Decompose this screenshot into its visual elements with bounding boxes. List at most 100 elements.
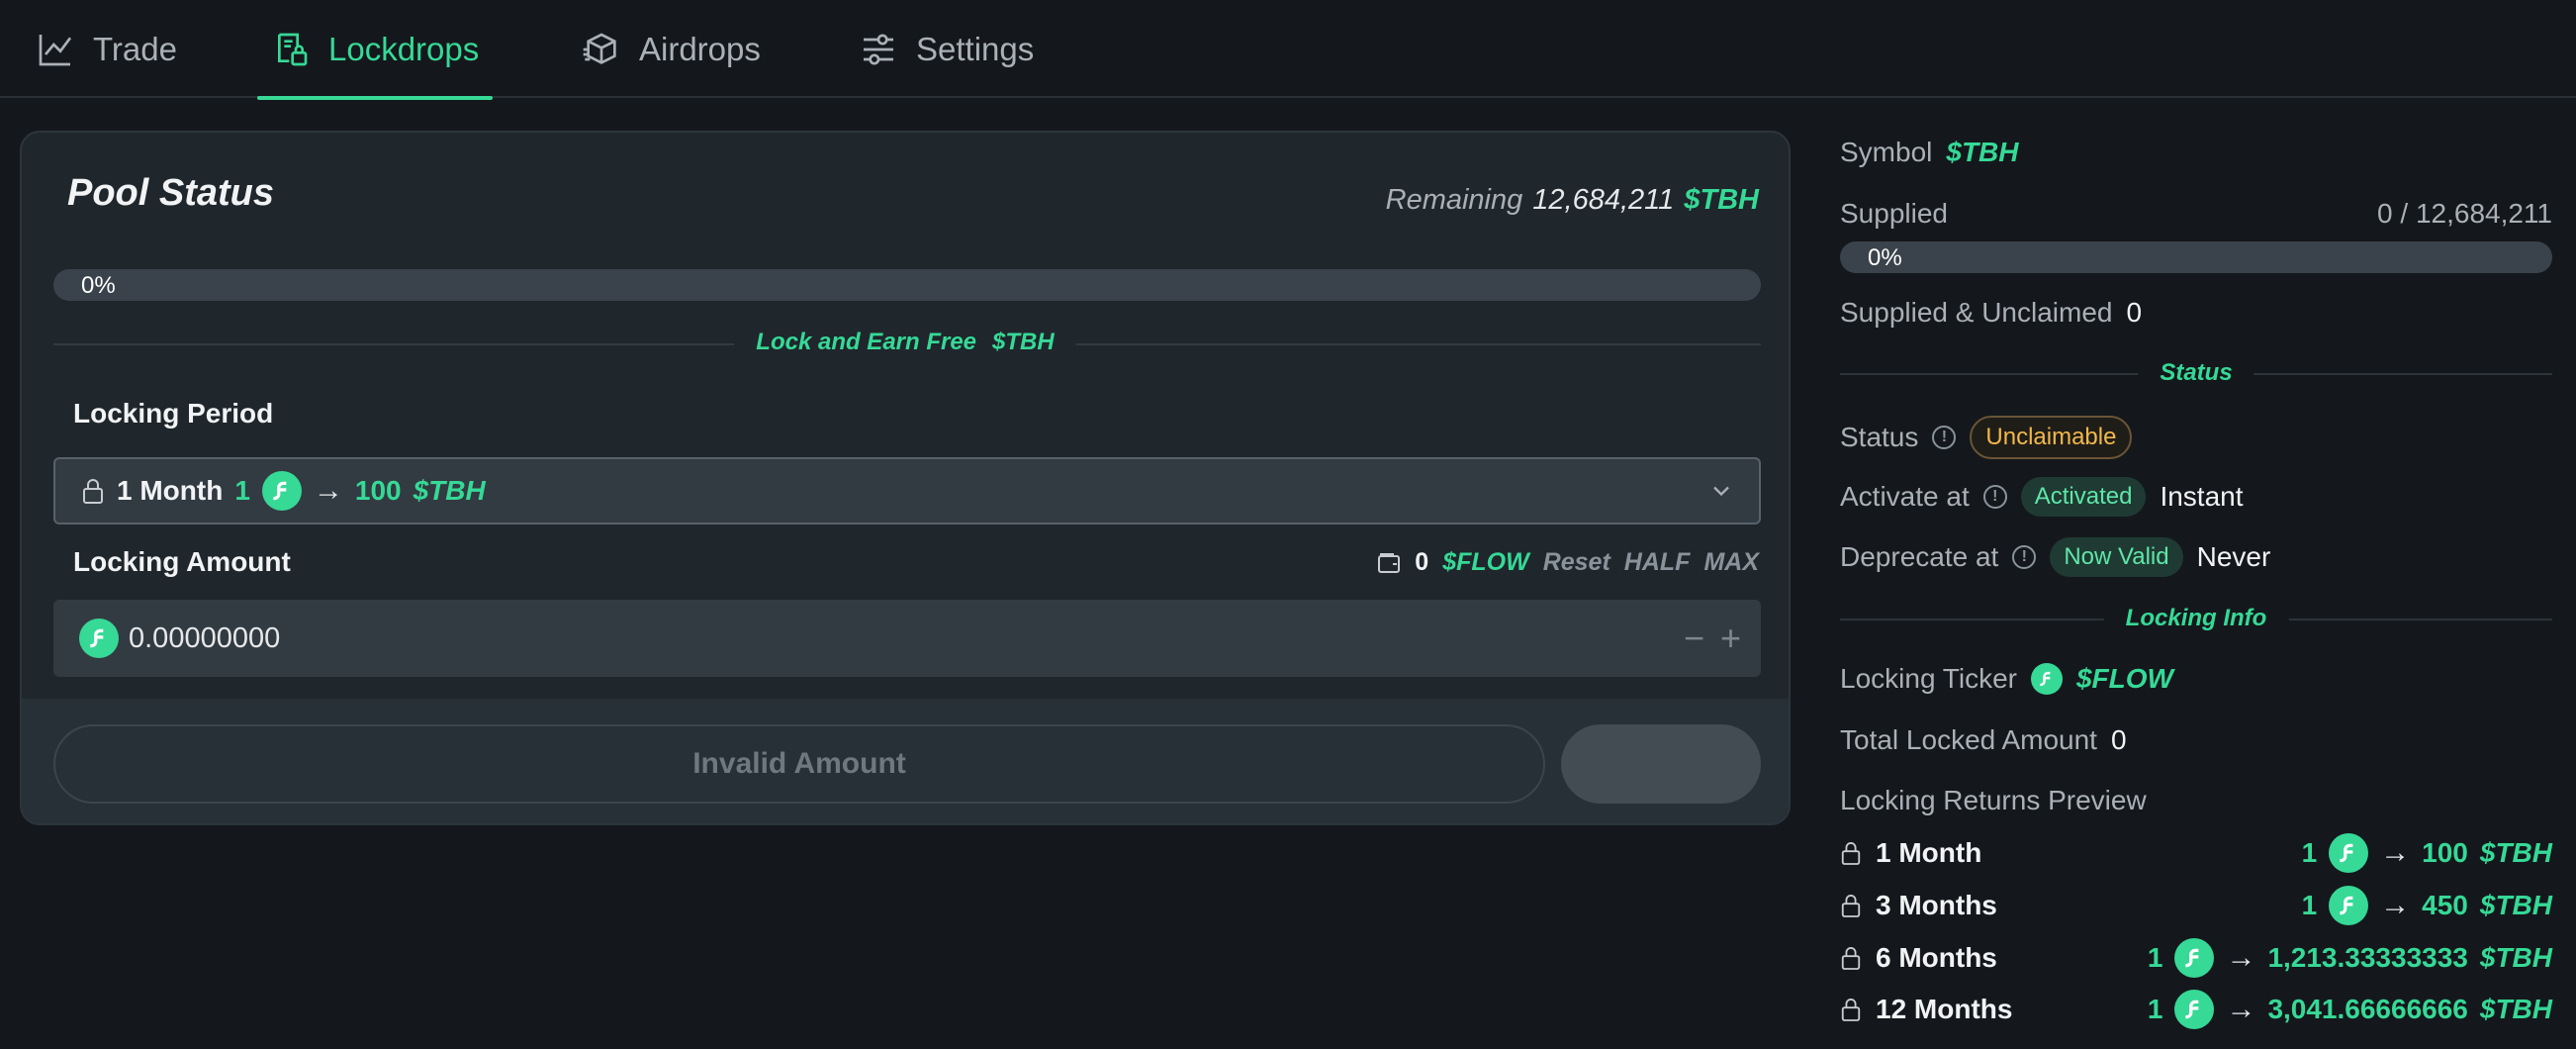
return-ticker: $TBH <box>2479 890 2552 920</box>
lock-icon <box>1841 895 1861 917</box>
return-row-6m: 6 Months 1 → 1,213.33333333 $TBH <box>1840 936 2552 980</box>
flow-token-icon <box>2174 990 2215 1029</box>
return-formula: 1 → 3,041.66666666 $TBH <box>2148 990 2552 1029</box>
return-period-label: 12 Months <box>1876 994 2013 1024</box>
remaining-value: 12,684,211 <box>1532 184 1675 216</box>
flow-token-icon <box>79 619 119 658</box>
return-out: 450 <box>2422 890 2468 920</box>
tab-settings[interactable]: Settings <box>859 0 1034 98</box>
symbol-label: Symbol <box>1840 137 1933 167</box>
period-selected-label: 1 Month <box>117 475 224 506</box>
return-period-label: 1 Month <box>1876 837 1982 868</box>
total-locked-row: Total Locked Amount 0 <box>1840 724 2127 756</box>
return-formula: 1 → 100 $TBH <box>2302 833 2552 873</box>
return-out: 100 <box>2422 837 2468 868</box>
locking-amount-label: Locking Amount <box>73 546 291 577</box>
return-out: 1,213.33333333 <box>2267 942 2468 973</box>
now-valid-badge: Now Valid <box>2050 537 2183 577</box>
chevron-down-icon <box>1713 486 1729 497</box>
return-in: 1 <box>2301 890 2318 920</box>
return-ticker: $TBH <box>2479 994 2552 1024</box>
chart-icon <box>39 34 72 65</box>
decrement-button[interactable]: − <box>1684 618 1704 659</box>
max-button[interactable]: MAX <box>1703 548 1759 577</box>
flow-token-icon <box>2030 663 2063 695</box>
status-section-label: Status <box>2138 359 2254 387</box>
pool-progress-text: 0% <box>81 272 116 299</box>
unclaimed-label: Supplied & Unclaimed <box>1840 297 2113 328</box>
return-ticker: $TBH <box>2479 837 2552 868</box>
return-out: 3,041.66666666 <box>2267 994 2468 1024</box>
locking-ticker-label: Locking Ticker <box>1840 663 2017 694</box>
period-out-ticker: $TBH <box>413 475 486 506</box>
pool-progress-bar: 0% <box>53 269 1761 301</box>
lock-icon <box>1841 999 1861 1021</box>
secondary-action-button[interactable] <box>1561 724 1761 804</box>
increment-button[interactable]: + <box>1720 618 1741 659</box>
flow-token-icon <box>2174 938 2215 978</box>
return-formula: 1 → 450 $TBH <box>2302 886 2552 925</box>
return-period: 6 Months <box>1840 942 1997 974</box>
flow-token-icon <box>2329 886 2369 925</box>
unclaimed-row: Supplied & Unclaimed 0 <box>1840 297 2142 329</box>
supplied-label: Supplied <box>1840 198 1948 229</box>
tab-trade-label: Trade <box>93 30 177 67</box>
submit-lock-button[interactable]: Invalid Amount <box>53 724 1545 804</box>
tab-airdrops-label: Airdrops <box>639 30 761 67</box>
flow-token-icon <box>2329 833 2369 873</box>
tab-settings-label: Settings <box>916 30 1035 67</box>
pool-status-title: Pool Status <box>67 172 275 214</box>
lock-icon <box>83 479 103 504</box>
arrow-right-icon: → <box>2380 836 2411 869</box>
locking-amount-input[interactable] <box>129 621 1514 655</box>
supplied-value: 0 / 12,684,211 <box>2377 198 2552 229</box>
return-period: 1 Month <box>1840 837 1981 869</box>
returns-preview-label: Locking Returns Preview <box>1840 785 2147 815</box>
deprecate-row: Deprecate at ! Now Valid Never <box>1840 537 2270 577</box>
half-button[interactable]: HALF <box>1624 548 1691 577</box>
deprecate-value: Never <box>2196 541 2271 572</box>
arrow-right-icon: → <box>2226 993 2256 1025</box>
return-formula: 1 → 1,213.33333333 $TBH <box>2148 938 2552 978</box>
return-row-1m: 1 Month 1 → 100 $TBH <box>1840 831 2552 875</box>
remaining-ticker: $TBH <box>1684 184 1759 216</box>
locking-ticker-value: $FLOW <box>2075 663 2173 694</box>
tab-airdrops[interactable]: Airdrops <box>582 0 761 98</box>
lock-earn-ticker: $TBH <box>992 329 1055 355</box>
locking-info-section-label: Locking Info <box>2103 605 2289 632</box>
info-icon[interactable]: ! <box>1982 485 2007 509</box>
return-period: 3 Months <box>1840 890 1997 921</box>
amount-stepper: − + <box>1684 618 1741 659</box>
locking-period-select[interactable]: 1 Month 1 → 100 $TBH <box>53 457 1761 524</box>
remaining-info: Remaining 12,684,211 $TBH <box>1386 184 1759 217</box>
return-period: 12 Months <box>1840 994 2012 1025</box>
lock-icon <box>1841 842 1861 865</box>
locking-period-label: Locking Period <box>73 398 274 429</box>
arrow-right-icon: → <box>2380 889 2411 921</box>
activate-row: Activate at ! Activated Instant <box>1840 477 2244 517</box>
symbol-value: $TBH <box>1946 137 2019 167</box>
supplied-progress-bar: 0% <box>1840 241 2552 273</box>
info-icon[interactable]: ! <box>1932 426 1957 449</box>
unclaimed-value: 0 <box>2126 297 2143 328</box>
return-row-3m: 3 Months 1 → 450 $TBH <box>1840 884 2552 927</box>
activate-value: Instant <box>2160 481 2244 512</box>
info-icon[interactable]: ! <box>2012 545 2037 569</box>
remaining-label: Remaining <box>1385 184 1523 216</box>
tab-lockdrops-label: Lockdrops <box>328 30 480 67</box>
status-row: Status ! Unclaimable <box>1840 416 2133 459</box>
return-in: 1 <box>2147 942 2163 973</box>
lockdrop-icon <box>278 33 308 65</box>
amount-input-box: − + <box>53 600 1761 677</box>
status-label: Status <box>1840 422 1919 452</box>
lock-earn-text: Lock and Earn Free <box>756 329 977 355</box>
tab-lockdrops[interactable]: Lockdrops <box>256 0 494 100</box>
supplied-progress-text: 0% <box>1868 244 1902 271</box>
reset-button[interactable]: Reset <box>1543 548 1610 577</box>
pool-status-panel: Pool Status Remaining 12,684,211 $TBH 0%… <box>20 131 1791 825</box>
total-locked-label: Total Locked Amount <box>1840 724 2097 755</box>
return-in: 1 <box>2301 837 2318 868</box>
tab-trade[interactable]: Trade <box>36 0 177 98</box>
flow-token-icon <box>261 471 302 511</box>
symbol-row: Symbol $TBH <box>1840 137 2019 168</box>
